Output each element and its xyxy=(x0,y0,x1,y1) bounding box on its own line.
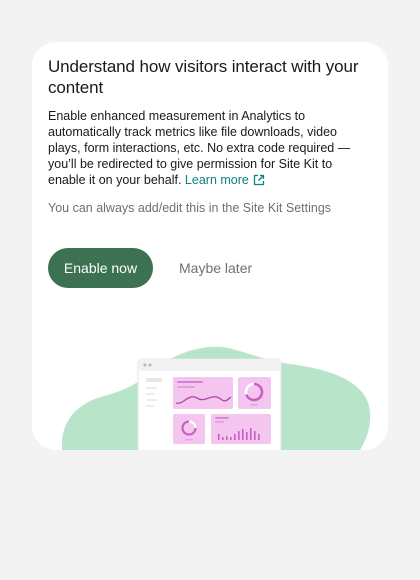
enable-now-button[interactable]: Enable now xyxy=(48,248,153,288)
enhanced-measurement-card: Understand how visitors interact with yo… xyxy=(32,42,388,450)
card-title: Understand how visitors interact with yo… xyxy=(48,57,359,97)
learn-more-link[interactable]: Learn more xyxy=(185,173,265,187)
maybe-later-button[interactable]: Maybe later xyxy=(163,248,268,288)
external-link-icon xyxy=(253,174,265,186)
card-description: Enable enhanced measurement in Analytics… xyxy=(48,108,368,188)
browser-window-illustration xyxy=(137,358,282,450)
analytics-illustration xyxy=(61,346,371,450)
settings-note: You can always add/edit this in the Site… xyxy=(48,201,332,215)
learn-more-label: Learn more xyxy=(184,173,249,187)
